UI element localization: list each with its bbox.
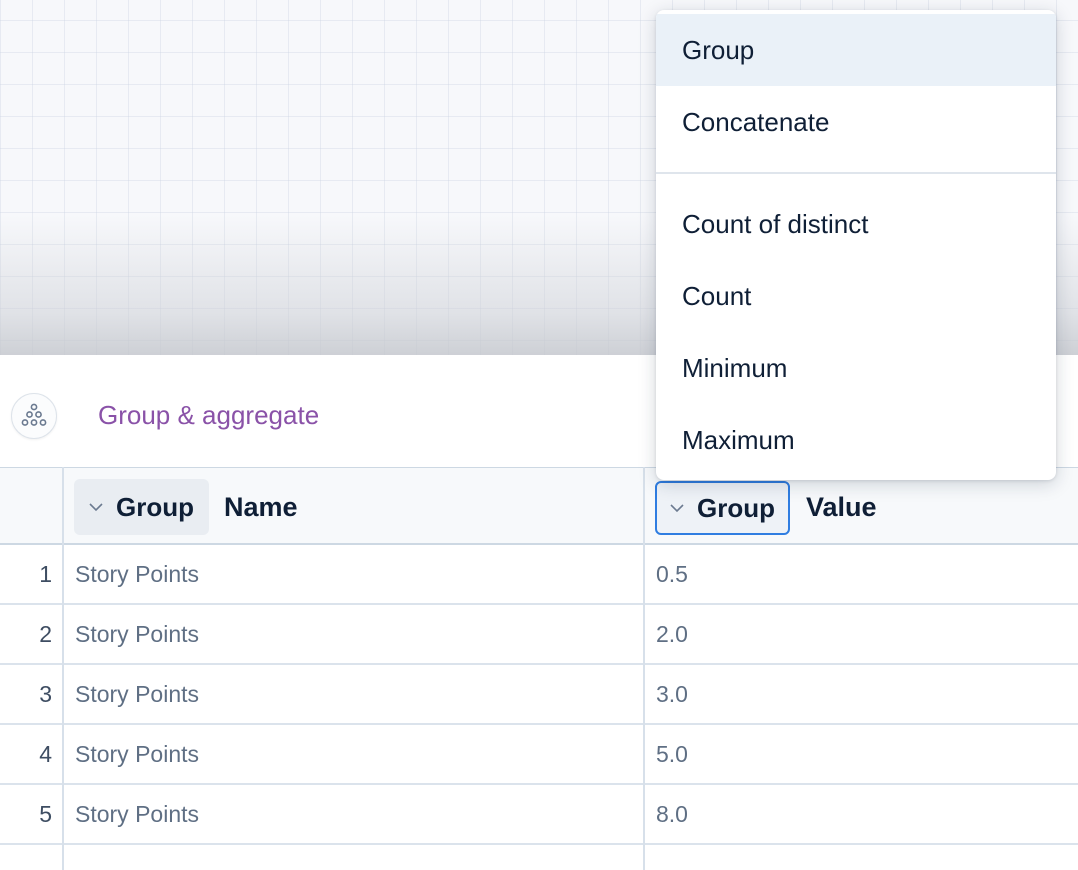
value-cell[interactable]: 3.0 <box>656 665 688 723</box>
table-row: 3 Story Points 3.0 <box>0 665 1078 725</box>
menu-item-group[interactable]: Group <box>656 14 1056 86</box>
group-aggregate-icon <box>11 393 57 439</box>
name-aggregation-label: Group <box>116 491 194 522</box>
menu-item-maximum[interactable]: Maximum <box>656 404 1056 476</box>
menu-item-count-distinct[interactable]: Count of distinct <box>656 188 1056 260</box>
name-aggregation-button[interactable]: Group <box>74 479 209 535</box>
name-cell[interactable]: Story Points <box>75 545 199 603</box>
table-row: 4 Story Points 5.0 <box>0 725 1078 785</box>
value-aggregation-button[interactable]: Group <box>655 481 790 535</box>
column-divider <box>62 467 64 870</box>
menu-item-concatenate[interactable]: Concatenate <box>656 86 1056 158</box>
value-cell[interactable]: 8.0 <box>656 785 688 843</box>
aggregation-menu: Group Concatenate Count of distinct Coun… <box>656 10 1056 480</box>
value-cell[interactable]: 0.5 <box>656 545 688 603</box>
row-index: 2 <box>39 621 52 647</box>
table-row: 5 Story Points 8.0 <box>0 785 1078 845</box>
table-row: 2 Story Points 2.0 <box>0 605 1078 665</box>
name-cell[interactable]: Story Points <box>75 605 199 663</box>
app-page: Group & aggregate Group Name Group Value… <box>0 0 1078 870</box>
name-cell[interactable]: Story Points <box>75 725 199 783</box>
column-title-value: Value <box>806 492 877 522</box>
chevron-down-icon <box>670 504 684 513</box>
row-index: 4 <box>39 741 52 767</box>
row-index: 1 <box>39 561 52 587</box>
step-title: Group & aggregate <box>98 400 320 430</box>
column-divider <box>643 467 645 870</box>
value-cell[interactable]: 2.0 <box>656 605 688 663</box>
data-table: Group Name Group Value 1 Story Points 0.… <box>0 467 1078 870</box>
name-cell[interactable]: Story Points <box>75 665 199 723</box>
value-aggregation-label: Group <box>697 492 775 523</box>
value-cell[interactable]: 5.0 <box>656 725 688 783</box>
row-index: 3 <box>39 681 52 707</box>
chevron-down-icon <box>89 503 103 512</box>
menu-item-count[interactable]: Count <box>656 260 1056 332</box>
row-index: 5 <box>39 801 52 827</box>
column-title-name: Name <box>224 492 298 522</box>
menu-item-minimum[interactable]: Minimum <box>656 332 1056 404</box>
table-row: 1 Story Points 0.5 <box>0 545 1078 605</box>
menu-divider <box>656 172 1056 174</box>
name-cell[interactable]: Story Points <box>75 785 199 843</box>
